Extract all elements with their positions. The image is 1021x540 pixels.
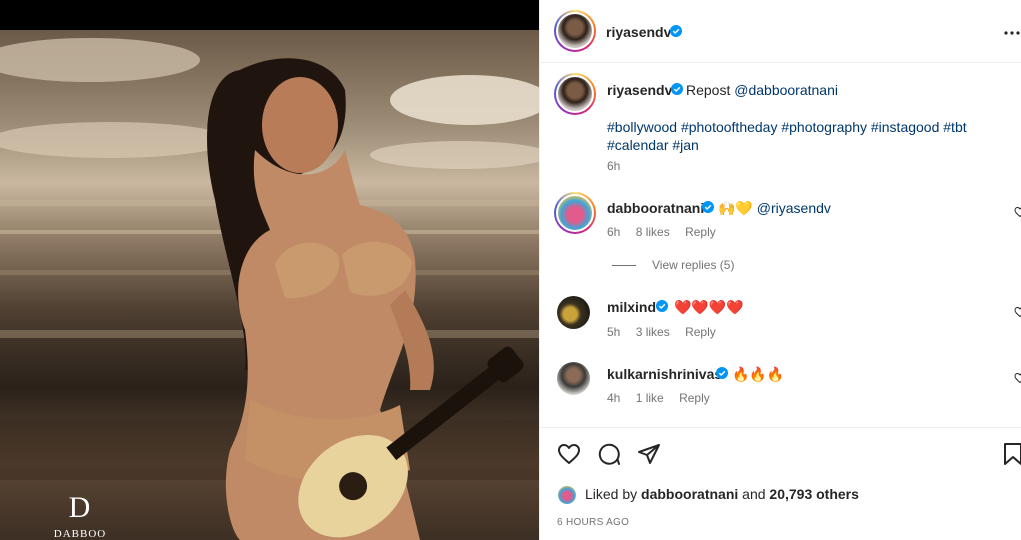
heart-icon[interactable] [557, 442, 581, 466]
comment-meta: 5h 3 likes Reply [607, 325, 728, 339]
view-replies-button[interactable]: View replies (5) [612, 258, 734, 272]
comment-avatar[interactable] [554, 192, 596, 234]
post-media[interactable]: D DABBOO RATNANI [0, 0, 539, 540]
comment-emoji: ❤️❤️❤️❤️ [674, 299, 744, 315]
liked-by-text: Liked by dabbooratnani and 20,793 others [585, 486, 859, 502]
more-horizontal-icon[interactable] [1003, 24, 1021, 42]
comment-likes[interactable]: 3 likes [636, 325, 670, 339]
comment-time[interactable]: 6h [607, 225, 620, 239]
comment-meta: 6h 8 likes Reply [607, 225, 728, 239]
caption-time[interactable]: 6h [607, 159, 620, 173]
caption-author-username[interactable]: riyasendv [607, 82, 672, 98]
caption-repost-mention[interactable]: @dabbooratnani [734, 82, 838, 98]
view-replies-label: View replies (5) [652, 258, 735, 272]
verified-badge-icon [670, 25, 682, 37]
verified-badge-icon [671, 83, 683, 95]
send-icon[interactable] [637, 442, 661, 466]
comment-like-heart-icon[interactable] [1014, 372, 1021, 384]
caption-repost-prefix: Repost [686, 82, 731, 98]
comment-emoji: 🙌💛 [718, 200, 753, 216]
liked-by-and: and [742, 486, 766, 502]
comment-mention[interactable]: @riyasendv [757, 200, 831, 216]
bookmark-icon[interactable] [1001, 442, 1021, 466]
post-sidebar: riyasendv riyasendv Repost @dabbooratnan… [539, 0, 1021, 540]
liked-by-count[interactable]: 20,793 others [769, 486, 859, 502]
comment-like-heart-icon[interactable] [1014, 306, 1021, 318]
verified-badge-icon [716, 367, 728, 379]
comment-emoji: 🔥🔥🔥 [732, 366, 785, 382]
post-photo[interactable]: D DABBOO RATNANI [0, 30, 539, 540]
comment-username[interactable]: milxind [607, 299, 656, 315]
comment-like-heart-icon[interactable] [1014, 206, 1021, 218]
liked-by-prefix: Liked by [585, 486, 638, 502]
verified-badge-icon [656, 300, 668, 312]
comment-avatar-image [556, 194, 594, 232]
caption-author-avatar[interactable] [554, 73, 596, 115]
author-username[interactable]: riyasendv [606, 24, 671, 40]
liked-by-avatar[interactable] [557, 485, 577, 505]
watermark-monogram: D [68, 491, 92, 524]
post-actions: Liked by dabbooratnani and 20,793 others… [540, 427, 1021, 540]
comment-avatar[interactable] [557, 296, 590, 329]
comment-text: ❤️❤️❤️❤️ [674, 298, 744, 316]
comment-reply-button[interactable]: Reply [685, 225, 716, 239]
comment-reply-button[interactable]: Reply [679, 391, 710, 405]
verified-badge-icon [702, 201, 714, 213]
caption-author-avatar-image [556, 75, 594, 113]
comment-text: 🔥🔥🔥 [732, 365, 784, 383]
author-avatar[interactable] [554, 10, 596, 52]
comment-meta: 4h 1 like Reply [607, 391, 722, 405]
caption-hashtags[interactable]: #bollywood #photooftheday #photography #… [607, 118, 997, 154]
comment-likes[interactable]: 8 likes [636, 225, 670, 239]
comment-username[interactable]: dabbooratnani [607, 200, 704, 216]
photographer-watermark: D DABBOO RATNANI [30, 492, 130, 540]
comment-likes[interactable]: 1 like [636, 391, 664, 405]
watermark-name: DABBOO RATNANI [53, 528, 107, 540]
media-letterbox [0, 0, 539, 30]
comment-avatar[interactable] [557, 362, 590, 395]
comment-time[interactable]: 4h [607, 391, 620, 405]
post-header: riyasendv [540, 0, 1021, 63]
comment-icon[interactable] [597, 442, 621, 466]
comment-time[interactable]: 5h [607, 325, 620, 339]
post-timestamp[interactable]: 6 HOURS AGO [557, 517, 629, 528]
instagram-post-view: D DABBOO RATNANI riyasendv [0, 0, 1021, 540]
liked-by-username[interactable]: dabbooratnani [641, 486, 738, 502]
comment-text: 🙌💛 @riyasendv [718, 199, 831, 217]
author-avatar-image [556, 12, 594, 50]
comment-reply-button[interactable]: Reply [685, 325, 716, 339]
caption-repost-text: Repost @dabbooratnani [686, 81, 838, 99]
view-replies-line [612, 264, 636, 266]
comment-username[interactable]: kulkarnishrinivas [607, 366, 722, 382]
photo-illustration [0, 38, 539, 540]
